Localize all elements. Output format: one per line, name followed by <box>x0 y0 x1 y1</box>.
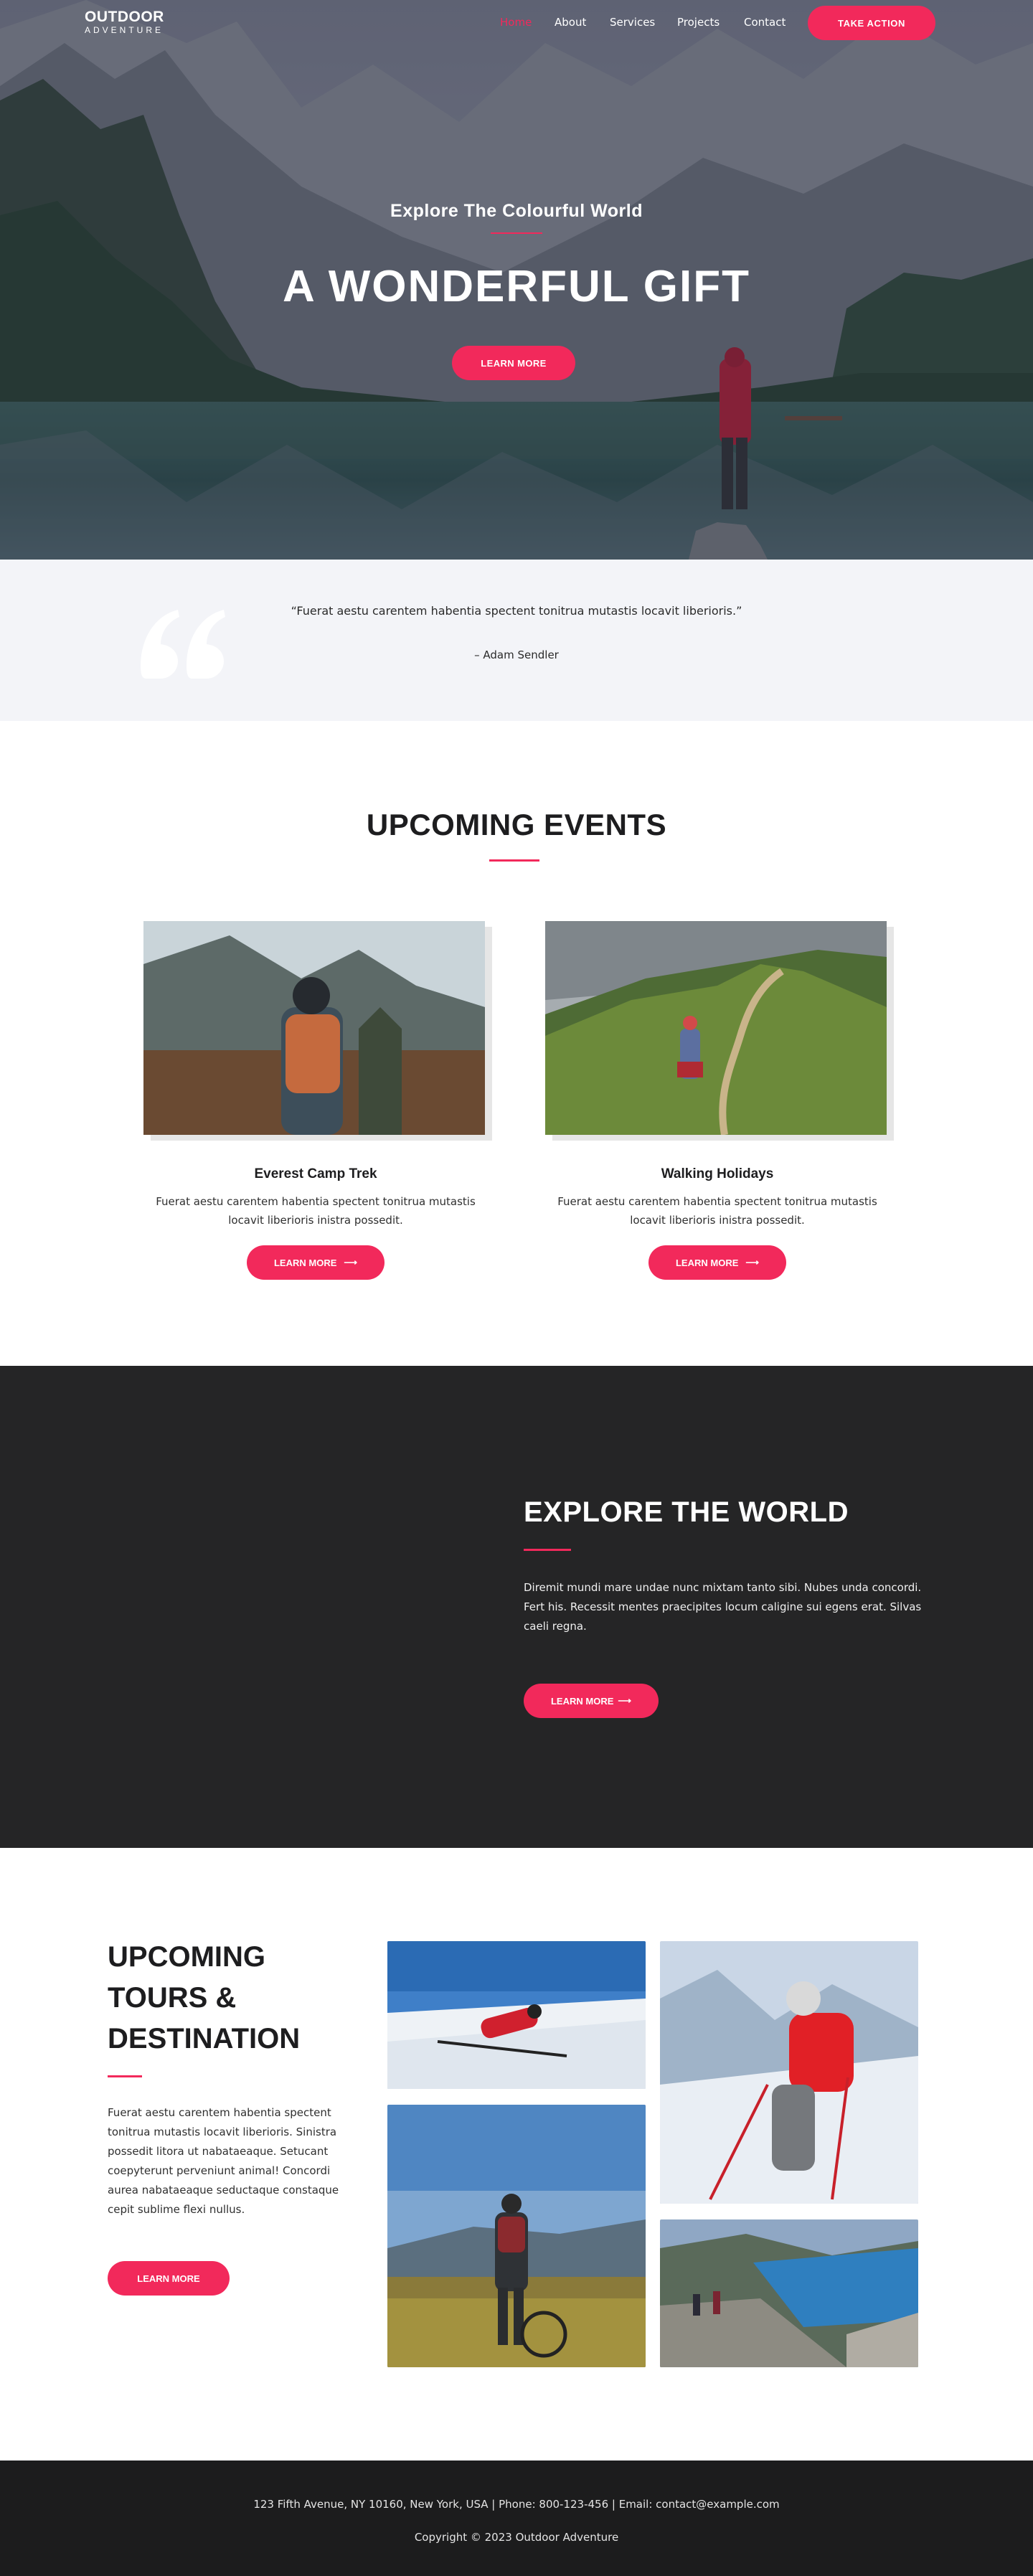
explore-section: EXPLORE THE WORLD Diremit mundi mare und… <box>0 1366 1033 1848</box>
top-navigation: OUTDOOR ADVENTURE Home About Services Pr… <box>0 0 1033 46</box>
event-card-image-frame <box>143 921 492 1141</box>
event-card-everest: Everest Camp Trek Fuerat aestu carentem … <box>143 921 492 1280</box>
event-card-image-frame <box>545 921 894 1141</box>
events-accent-line <box>489 859 539 862</box>
event-image-hiker-backpack[interactable] <box>143 921 485 1135</box>
nav-item-projects[interactable]: Projects <box>677 16 720 29</box>
tours-accent-line <box>108 2075 142 2077</box>
event-learn-more-label: LEARN MORE <box>675 1257 739 1268</box>
arrow-right-icon: ⟶ <box>745 1257 760 1268</box>
tour-image-ski-pose-art <box>660 1941 918 2204</box>
explore-learn-more-label: LEARN MORE <box>550 1695 614 1707</box>
testimonial-section: “Fuerat aestu carentem habentia spectent… <box>0 560 1033 721</box>
event-card-walking: Walking Holidays Fuerat aestu carentem h… <box>545 921 894 1280</box>
tour-image-ski-pose[interactable] <box>660 1941 918 2204</box>
explore-title: EXPLORE THE WORLD <box>524 1496 849 1528</box>
tours-section-title: UPCOMING TOURS & DESTINATION <box>108 1941 301 2054</box>
tour-image-fjord-art <box>660 2219 918 2367</box>
quote-author: – Adam Sendler <box>474 648 559 661</box>
event-learn-more-button[interactable]: LEARN MORE ⟶ <box>247 1245 385 1280</box>
tour-image-skier-art <box>387 1941 646 2089</box>
footer-copyright: Copyright © 2023 Outdoor Adventure <box>414 2531 619 2544</box>
take-action-button[interactable]: TAKE ACTION <box>808 6 935 40</box>
event-image-ridge-walker[interactable] <box>545 921 887 1135</box>
hero-accent-line <box>491 232 542 234</box>
hero-subtitle: Explore The Colourful World <box>390 201 643 221</box>
tour-image-cyclist[interactable] <box>387 2105 646 2367</box>
events-section-title: UPCOMING EVENTS <box>366 808 667 841</box>
event-description: Fuerat aestu carentem habentia spectent … <box>557 1195 877 1227</box>
page: OUTDOOR ADVENTURE Home About Services Pr… <box>0 0 1033 2576</box>
tour-image-skier[interactable] <box>387 1941 646 2089</box>
explore-learn-more-button[interactable]: LEARN MORE ⟶ <box>524 1684 659 1718</box>
hero-learn-more-button[interactable]: LEARN MORE <box>452 346 575 380</box>
tour-image-fjord[interactable] <box>660 2219 918 2367</box>
event-title: Everest Camp Trek <box>254 1166 377 1181</box>
site-footer: 123 Fifth Avenue, NY 10160, New York, US… <box>0 2461 1033 2576</box>
arrow-right-icon: ⟶ <box>344 1257 358 1268</box>
event-learn-more-button[interactable]: LEARN MORE ⟶ <box>648 1245 786 1280</box>
arrow-right-icon: ⟶ <box>618 1695 632 1706</box>
quote-mark-icon <box>141 610 225 679</box>
nav-item-services[interactable]: Services <box>610 16 655 29</box>
event-title: Walking Holidays <box>661 1166 774 1181</box>
explore-accent-line <box>524 1549 571 1551</box>
tours-learn-more-button[interactable]: LEARN MORE <box>108 2261 230 2296</box>
event-learn-more-label: LEARN MORE <box>273 1257 337 1268</box>
hero-section: OUTDOOR ADVENTURE Home About Services Pr… <box>0 0 1033 560</box>
tours-description: Fuerat aestu carentem habentia spectent … <box>108 2106 339 2216</box>
event-description: Fuerat aestu carentem habentia spectent … <box>156 1195 476 1227</box>
nav-item-about[interactable]: About <box>555 16 586 29</box>
hero-title: A WONDERFUL GIFT <box>283 262 750 311</box>
tour-image-cyclist-art <box>387 2105 646 2367</box>
explore-description: Diremit mundi mare undae nunc mixtam tan… <box>524 1581 922 1633</box>
footer-contact-info: 123 Fifth Avenue, NY 10160, New York, US… <box>253 2498 780 2511</box>
nav-item-home[interactable]: Home <box>500 16 532 29</box>
quote-text: “Fuerat aestu carentem habentia spectent… <box>291 604 742 618</box>
nav-item-contact[interactable]: Contact <box>744 16 786 29</box>
